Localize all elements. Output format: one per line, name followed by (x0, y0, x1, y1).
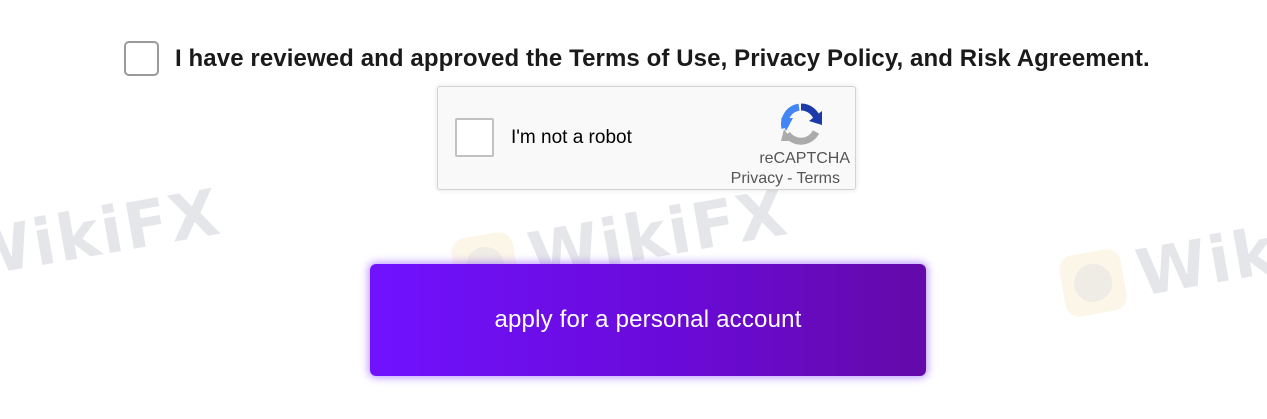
apply-button-label: apply for a personal account (494, 306, 802, 333)
recaptcha-terms-link[interactable]: Terms (796, 170, 840, 188)
watermark: WikiFX (0, 176, 227, 294)
recaptcha-widget: I'm not a robot reCAPTCHA Privacy - Term… (437, 86, 856, 190)
agreement-checkbox[interactable] (124, 41, 159, 76)
recaptcha-checkbox[interactable] (455, 118, 494, 157)
agreement-label: I have reviewed and approved the Terms o… (175, 44, 1150, 72)
recaptcha-label: I'm not a robot (511, 127, 632, 148)
recaptcha-links: Privacy - Terms (731, 170, 840, 188)
recaptcha-brand: reCAPTCHA (759, 150, 850, 167)
signup-page: WikiFX WikiFX WikiFX I have reviewed and… (0, 0, 1267, 419)
apply-personal-account-button[interactable]: apply for a personal account (370, 264, 926, 376)
watermark-text: WikiFX (1130, 193, 1267, 312)
watermark-text: WikiFX (0, 175, 227, 295)
wikifx-logo-icon (1057, 247, 1130, 319)
agreement-row: I have reviewed and approved the Terms o… (124, 41, 1150, 76)
watermark: WikiFX (1056, 193, 1267, 325)
recaptcha-logo-icon (781, 103, 822, 145)
recaptcha-privacy-link[interactable]: Privacy (731, 170, 783, 188)
recaptcha-link-separator: - (787, 170, 793, 187)
